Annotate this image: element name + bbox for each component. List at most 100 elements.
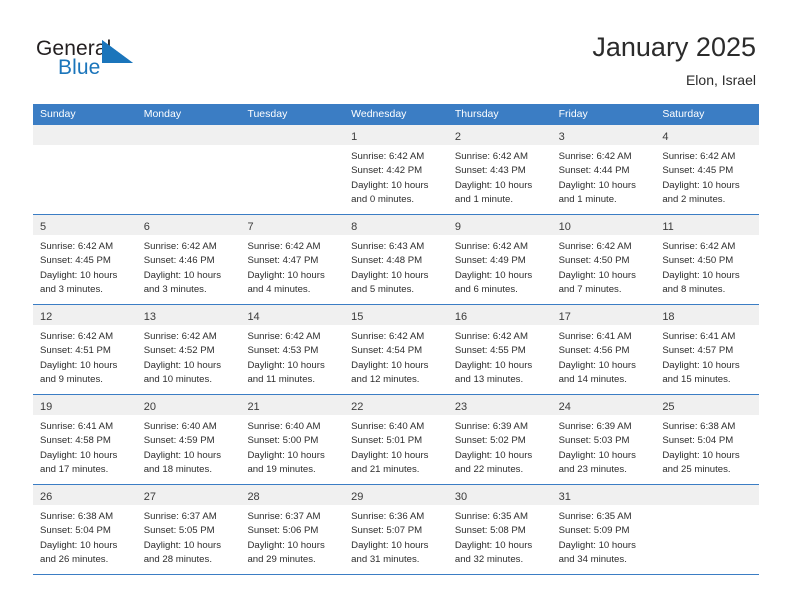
day-detail-line: Sunset: 5:04 PM — [662, 435, 734, 447]
page-title: January 2025 — [592, 32, 756, 62]
day-detail-line: and 3 minutes. — [143, 283, 207, 295]
day-detail-line: Sunrise: 6:40 AM — [143, 421, 217, 432]
day-detail-line: Sunrise: 6:41 AM — [662, 331, 736, 342]
day-detail-line: Sunset: 4:59 PM — [143, 435, 215, 447]
calendar-week-row: 19 Sunrise: 6:41 AM Sunset: 4:58 PM Dayligh… — [33, 395, 760, 485]
day-cell-26[interactable]: 26 Sunrise: 6:38 AM Sunset: 5:04 PM Dayligh… — [33, 485, 137, 574]
day-cell-19[interactable]: 19 Sunrise: 6:41 AM Sunset: 4:58 PM Dayligh… — [33, 395, 137, 484]
day-detail-line: Daylight: 10 hours — [558, 179, 636, 191]
day-detail-line: Sunrise: 6:42 AM — [247, 241, 321, 252]
day-cell-12[interactable]: 12 Sunrise: 6:42 AM Sunset: 4:51 PM Dayligh… — [33, 305, 137, 394]
day-detail-line: Daylight: 10 hours — [40, 539, 118, 551]
day-cell-28[interactable]: 28 Sunrise: 6:37 AM Sunset: 5:06 PM Dayligh… — [240, 485, 345, 574]
day-number-band: 6 — [136, 215, 241, 235]
day-cell-6[interactable]: 6 Sunrise: 6:42 AM Sunset: 4:46 PM Daylight… — [136, 215, 241, 304]
day-number: 1 — [351, 131, 358, 143]
day-number: 23 — [454, 401, 468, 413]
day-cell-empty — [136, 125, 241, 214]
day-cell-17[interactable]: 17 Sunrise: 6:41 AM Sunset: 4:56 PM Dayligh… — [551, 305, 656, 394]
page-subtitle: Elon, Israel — [685, 72, 756, 88]
day-cell-31[interactable]: 31 Sunrise: 6:35 AM Sunset: 5:09 PM Dayligh… — [551, 485, 656, 574]
day-cell-3[interactable]: 3 Sunrise: 6:42 AM Sunset: 4:44 PM Daylight… — [551, 125, 656, 214]
day-cell-10[interactable]: 10 Sunrise: 6:42 AM Sunset: 4:50 PM Dayligh… — [551, 215, 656, 304]
day-detail-line: and 5 minutes. — [351, 283, 415, 295]
day-cell-8[interactable]: 8 Sunrise: 6:43 AM Sunset: 4:48 PM Daylight… — [344, 215, 448, 304]
day-detail-line: and 11 minutes. — [247, 373, 315, 385]
day-detail-line: Daylight: 10 hours — [143, 269, 222, 281]
day-detail-line: Sunset: 5:02 PM — [454, 435, 526, 447]
day-number-band: 12 — [33, 305, 137, 325]
day-details: Sunrise: 6:42 AM Sunset: 4:46 PM Daylight:… — [136, 235, 241, 298]
day-details: Sunrise: 6:36 AM Sunset: 5:07 PM Daylight:… — [344, 505, 448, 568]
day-detail-line: Sunset: 5:07 PM — [351, 525, 423, 537]
day-cell-25[interactable]: 25 Sunrise: 6:38 AM Sunset: 5:04 PM Dayligh… — [655, 395, 760, 484]
day-detail-line: Sunrise: 6:38 AM — [40, 511, 114, 522]
day-number-band — [33, 125, 137, 145]
day-detail-line: and 29 minutes. — [247, 553, 316, 565]
day-detail-line: and 21 minutes. — [351, 463, 420, 475]
day-number: 22 — [351, 401, 364, 413]
day-detail-line: Sunset: 4:44 PM — [558, 165, 630, 177]
day-detail-line: and 23 minutes. — [558, 463, 627, 475]
day-cell-21[interactable]: 21 Sunrise: 6:40 AM Sunset: 5:00 PM Dayligh… — [240, 395, 345, 484]
day-detail-line: Sunset: 4:57 PM — [662, 345, 734, 357]
day-detail-line: Daylight: 10 hours — [662, 449, 740, 461]
day-number-band: 8 — [344, 215, 448, 235]
day-details: Sunrise: 6:40 AM Sunset: 5:00 PM Daylight:… — [240, 415, 345, 478]
day-detail-line: and 3 minutes. — [40, 283, 103, 295]
calendar-week-row: 1 Sunrise: 6:42 AM Sunset: 4:42 PM Daylight… — [33, 125, 760, 215]
weekday-header-saturday: Saturday — [662, 108, 705, 120]
day-number-band: 28 — [240, 485, 345, 505]
day-cell-11[interactable]: 11 Sunrise: 6:42 AM Sunset: 4:50 PM Dayligh… — [655, 215, 760, 304]
day-cell-23[interactable]: 23 Sunrise: 6:39 AM Sunset: 5:02 PM Dayligh… — [447, 395, 552, 484]
day-number: 8 — [351, 221, 358, 233]
day-details: Sunrise: 6:42 AM Sunset: 4:49 PM Daylight:… — [447, 235, 552, 298]
day-cell-4[interactable]: 4 Sunrise: 6:42 AM Sunset: 4:45 PM Daylight… — [655, 125, 760, 214]
weekday-header-sunday: Sunday — [40, 108, 76, 120]
day-detail-line: Sunset: 4:56 PM — [558, 345, 630, 357]
day-cell-18[interactable]: 18 Sunrise: 6:41 AM Sunset: 4:57 PM Dayligh… — [655, 305, 760, 394]
day-details — [655, 505, 760, 510]
day-number-band: 5 — [33, 215, 137, 235]
day-cell-29[interactable]: 29 Sunrise: 6:36 AM Sunset: 5:07 PM Dayligh… — [344, 485, 448, 574]
day-cell-20[interactable]: 20 Sunrise: 6:40 AM Sunset: 4:59 PM Dayligh… — [136, 395, 241, 484]
day-cell-9[interactable]: 9 Sunrise: 6:42 AM Sunset: 4:49 PM Daylight… — [447, 215, 552, 304]
day-detail-line: Sunrise: 6:42 AM — [662, 241, 736, 252]
day-detail-line: Sunset: 4:45 PM — [40, 255, 111, 267]
day-cell-24[interactable]: 24 Sunrise: 6:39 AM Sunset: 5:03 PM Dayligh… — [551, 395, 656, 484]
day-cell-15[interactable]: 15 Sunrise: 6:42 AM Sunset: 4:54 PM Dayligh… — [344, 305, 448, 394]
day-cell-7[interactable]: 7 Sunrise: 6:42 AM Sunset: 4:47 PM Daylight… — [240, 215, 345, 304]
day-cell-13[interactable]: 13 Sunrise: 6:42 AM Sunset: 4:52 PM Dayligh… — [136, 305, 241, 394]
weekday-header-thursday: Thursday — [454, 108, 499, 120]
day-details: Sunrise: 6:40 AM Sunset: 4:59 PM Daylight:… — [136, 415, 241, 478]
day-detail-line: and 26 minutes. — [40, 553, 109, 565]
day-details: Sunrise: 6:42 AM Sunset: 4:42 PM Daylight:… — [344, 145, 448, 208]
brand-logo[interactable]: General Blue — [36, 38, 176, 86]
day-detail-line: Sunrise: 6:35 AM — [454, 511, 528, 522]
day-detail-line: Daylight: 10 hours — [558, 539, 636, 551]
day-cell-16[interactable]: 16 Sunrise: 6:42 AM Sunset: 4:55 PM Dayligh… — [447, 305, 552, 394]
day-details: Sunrise: 6:42 AM Sunset: 4:53 PM Daylight:… — [240, 325, 345, 388]
day-cell-5[interactable]: 5 Sunrise: 6:42 AM Sunset: 4:45 PM Daylight… — [33, 215, 137, 304]
day-detail-line: and 8 minutes. — [662, 283, 726, 295]
day-detail-line: Sunrise: 6:43 AM — [351, 241, 425, 252]
day-cell-27[interactable]: 27 Sunrise: 6:37 AM Sunset: 5:05 PM Dayligh… — [136, 485, 241, 574]
day-detail-line: and 25 minutes. — [662, 463, 731, 475]
brand-name-blue: Blue — [58, 56, 101, 79]
day-details: Sunrise: 6:37 AM Sunset: 5:05 PM Daylight:… — [136, 505, 241, 568]
day-cell-22[interactable]: 22 Sunrise: 6:40 AM Sunset: 5:01 PM Dayligh… — [344, 395, 448, 484]
day-cell-2[interactable]: 2 Sunrise: 6:42 AM Sunset: 4:43 PM Daylight… — [447, 125, 552, 214]
day-cell-1[interactable]: 1 Sunrise: 6:42 AM Sunset: 4:42 PM Daylight… — [344, 125, 448, 214]
day-detail-line: Sunrise: 6:37 AM — [247, 511, 321, 522]
day-detail-line: Sunrise: 6:41 AM — [558, 331, 632, 342]
day-number-band: 29 — [344, 485, 448, 505]
day-details: Sunrise: 6:37 AM Sunset: 5:06 PM Daylight:… — [240, 505, 345, 568]
day-number-band: 24 — [551, 395, 656, 415]
day-detail-line: and 13 minutes. — [454, 373, 524, 385]
day-cell-30[interactable]: 30 Sunrise: 6:35 AM Sunset: 5:08 PM Dayligh… — [447, 485, 552, 574]
day-cell-14[interactable]: 14 Sunrise: 6:42 AM Sunset: 4:53 PM Dayligh… — [240, 305, 345, 394]
day-details: Sunrise: 6:35 AM Sunset: 5:09 PM Daylight:… — [551, 505, 656, 568]
day-detail-line: Sunset: 5:05 PM — [143, 525, 215, 537]
day-number: 5 — [40, 221, 47, 233]
day-number-band: 10 — [551, 215, 656, 235]
